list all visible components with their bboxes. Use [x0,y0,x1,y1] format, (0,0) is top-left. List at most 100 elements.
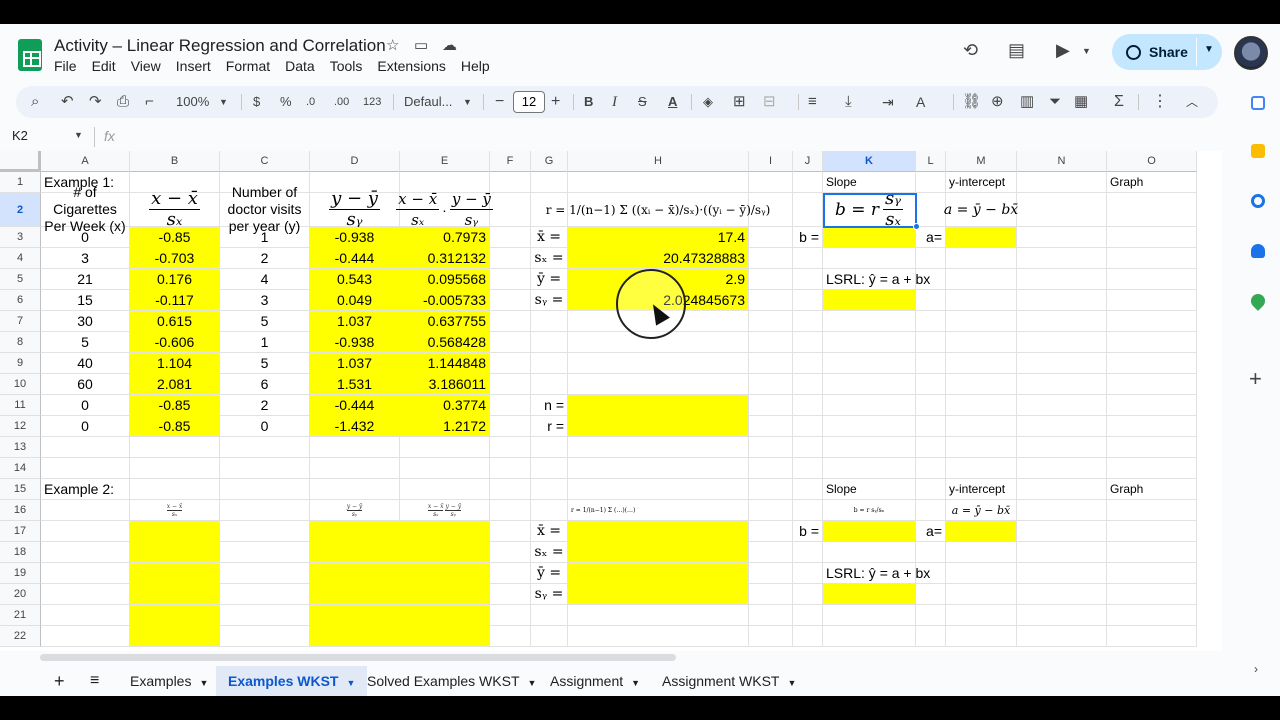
fill-handle[interactable] [913,223,920,230]
row-header-21[interactable]: 21 [0,605,41,626]
zy-value[interactable] [310,605,400,626]
decrease-font-size-icon[interactable]: − [495,86,504,118]
product-value[interactable]: -0.005733 [400,290,490,311]
y-value[interactable]: 1 [220,227,310,248]
lsrl-value[interactable] [823,584,916,605]
b-value[interactable] [823,521,916,542]
cell[interactable] [1017,458,1107,479]
cell[interactable] [946,269,1017,290]
row-header-14[interactable]: 14 [0,458,41,479]
mini-r-formula[interactable]: r = 1/(n−1) Σ (…)(…) [568,500,749,521]
cell[interactable] [1107,626,1197,647]
product-value[interactable]: 0.3774 [400,395,490,416]
zx-value[interactable] [130,626,220,647]
r-label[interactable]: r = [531,416,568,437]
cell[interactable] [1107,500,1197,521]
zy-value[interactable]: 1.037 [310,353,400,374]
a-value[interactable] [946,521,1017,542]
zx-value[interactable]: 0.176 [130,269,220,290]
zx-value[interactable] [130,563,220,584]
cell[interactable] [823,437,916,458]
cell[interactable] [1017,437,1107,458]
cell[interactable] [793,395,823,416]
cell[interactable] [823,626,916,647]
cell[interactable] [793,458,823,479]
column-header-o[interactable]: O [1107,151,1197,172]
column-header-k[interactable]: K [823,151,916,172]
cell[interactable] [916,395,946,416]
text-rotation-icon[interactable]: A [916,86,925,118]
more-formats-button[interactable]: 123 [363,86,381,118]
cell[interactable] [531,374,568,395]
example2-label[interactable]: Example 2: [41,479,130,500]
zx-value[interactable]: -0.117 [130,290,220,311]
cell[interactable] [1017,542,1107,563]
strikethrough-icon[interactable]: S [638,86,647,118]
cell[interactable] [1017,248,1107,269]
lsrl-label[interactable]: LSRL: ŷ = a + bx [823,563,930,584]
b-label[interactable]: b = [793,227,823,248]
zx-value[interactable]: 0.615 [130,311,220,332]
cell[interactable] [490,290,531,311]
zx-value[interactable]: 2.081 [130,374,220,395]
x-value[interactable]: 60 [41,374,130,395]
cell[interactable] [793,500,823,521]
cell[interactable] [220,500,310,521]
tab-examples[interactable]: Examples ▼ [118,666,220,696]
cell[interactable] [793,332,823,353]
cell[interactable] [749,172,793,193]
x-value[interactable]: 30 [41,311,130,332]
zy-value[interactable]: -1.432 [310,416,400,437]
cell[interactable] [946,584,1017,605]
cell[interactable] [531,605,568,626]
cell[interactable] [220,479,310,500]
intercept-formula[interactable]: a = ȳ − bx̄ [946,500,1017,521]
stat-value[interactable] [568,521,749,542]
cell[interactable] [749,437,793,458]
cell[interactable] [1017,479,1107,500]
header-zx-zy[interactable]: x − x̄ sₓ · y − ȳ sᵧ [396,190,493,229]
tab-solved-examples-wkst[interactable]: Solved Examples WKST ▼ [355,666,548,696]
y-value[interactable]: 2 [220,248,310,269]
cell[interactable] [823,605,916,626]
column-header-f[interactable]: F [490,151,531,172]
column-header-c[interactable]: C [220,151,310,172]
row-header-18[interactable]: 18 [0,542,41,563]
text-wrapping-icon[interactable]: ⇥ [882,86,894,118]
cell[interactable] [1107,605,1197,626]
cell[interactable] [793,584,823,605]
n-label[interactable]: n = [531,395,568,416]
cell[interactable] [568,353,749,374]
zx-value[interactable] [130,605,220,626]
cell[interactable] [823,395,916,416]
cell[interactable] [749,311,793,332]
zy-value[interactable] [310,521,400,542]
cell[interactable] [220,605,310,626]
cell[interactable] [749,542,793,563]
document-title[interactable]: Activity – Linear Regression and Correla… [54,36,386,56]
bold-icon[interactable]: B [584,86,593,118]
cell[interactable] [1107,584,1197,605]
menu-format[interactable]: Format [226,58,270,74]
cell[interactable] [490,542,531,563]
column-header-i[interactable]: I [749,151,793,172]
cell[interactable] [490,353,531,374]
cell[interactable] [749,626,793,647]
cell[interactable] [130,437,220,458]
row-header-11[interactable]: 11 [0,395,41,416]
cell[interactable] [793,311,823,332]
product-value[interactable]: 3.186011 [400,374,490,395]
cell[interactable] [946,458,1017,479]
zy-value[interactable]: 0.543 [310,269,400,290]
cell[interactable] [41,563,130,584]
cell[interactable] [490,479,531,500]
contacts-icon[interactable] [1251,244,1265,258]
row-header-19[interactable]: 19 [0,563,41,584]
cell[interactable] [793,416,823,437]
tasks-icon[interactable] [1251,194,1265,208]
all-sheets-icon[interactable]: ≡ [78,666,111,696]
share-button[interactable]: Share ▼ [1112,34,1222,70]
cell[interactable] [916,458,946,479]
cell[interactable] [1107,542,1197,563]
cell[interactable] [1017,626,1107,647]
